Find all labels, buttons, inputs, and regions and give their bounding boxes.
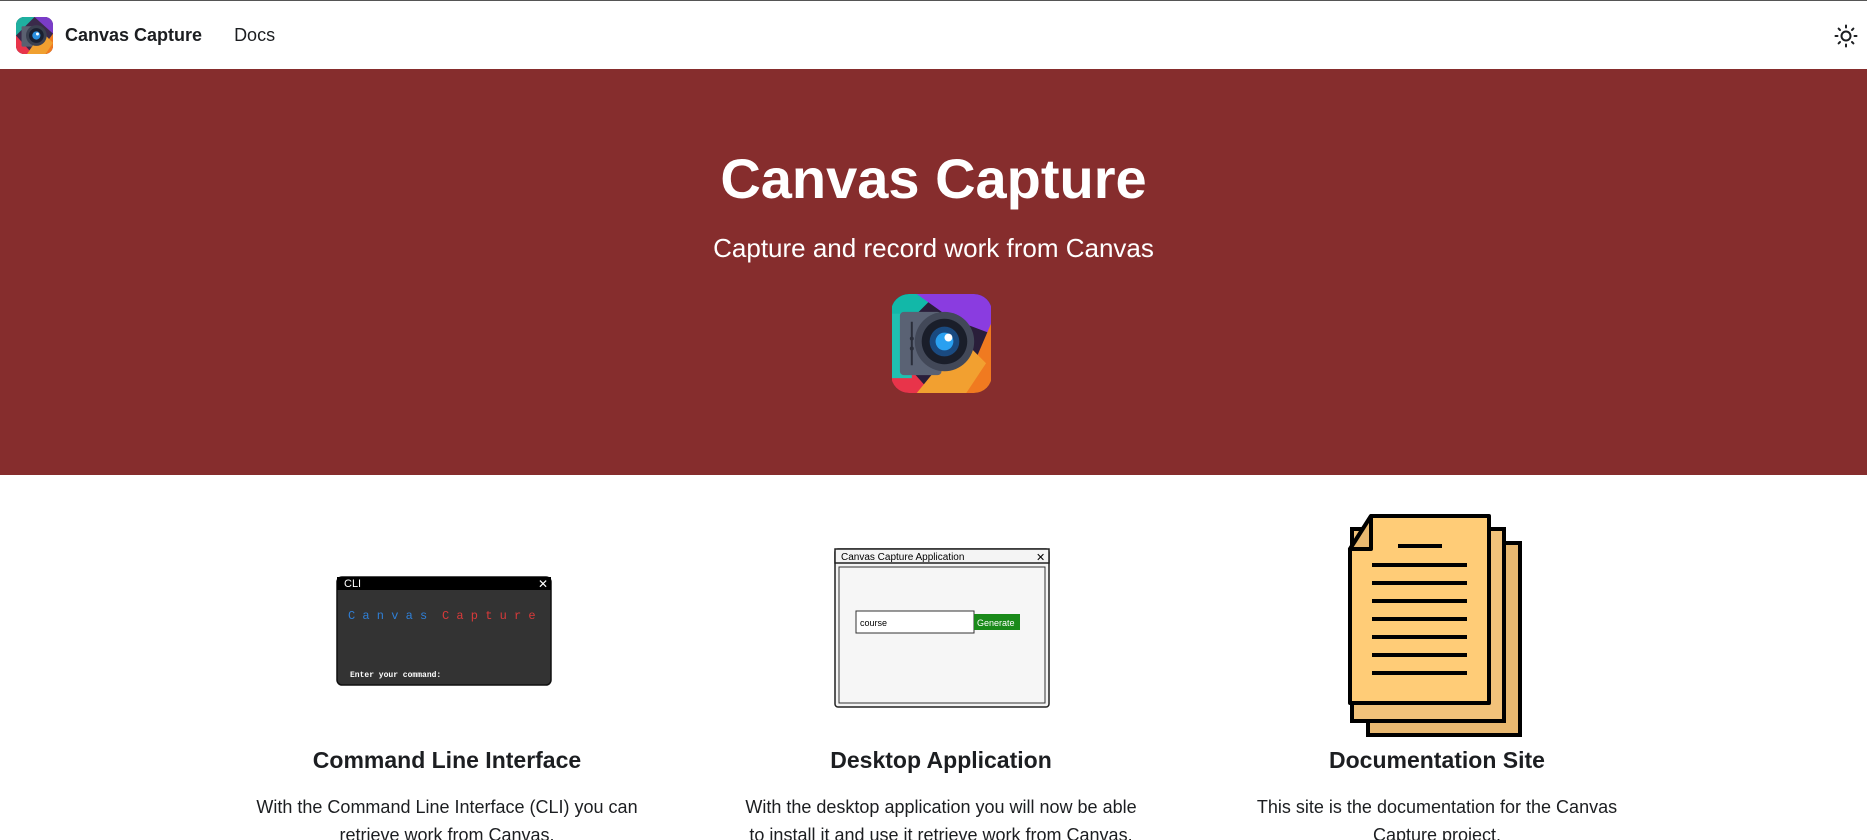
documents-stack-icon [1348, 514, 1522, 737]
hero-banner: Canvas Capture Capture and record work f… [0, 69, 1867, 475]
close-icon: ✕ [1036, 551, 1045, 564]
hero-subtitle: Capture and record work from Canvas [713, 233, 1154, 263]
nav-link-docs[interactable]: Docs [234, 25, 275, 46]
cli-banner-right: C a p t u r e [442, 609, 536, 623]
sun-icon [1834, 24, 1858, 48]
app-window-title: Canvas Capture Application [841, 552, 964, 563]
brand-title: Canvas Capture [65, 24, 203, 45]
course-input-value: course [860, 618, 887, 628]
feature-title: Command Line Interface [312, 747, 582, 773]
feature-description: With the desktop application you will no… [745, 797, 1137, 840]
feature-title: Documentation Site [1329, 747, 1545, 773]
features-section: CLI ✕ C a n v a s C a p t u r e Enter yo… [0, 475, 1867, 840]
close-icon: ✕ [538, 577, 548, 591]
canvas-capture-logo-icon [16, 16, 53, 54]
cli-banner-left: C a n v a s [348, 609, 427, 623]
generate-button-label: Generate [977, 618, 1015, 628]
brand-link[interactable]: Canvas Capture [16, 16, 203, 54]
hero-logo-icon [892, 294, 991, 393]
desktop-app-window-illustration: Canvas Capture Application ✕ course Gene… [834, 548, 1050, 708]
feature-description: This site is the documentation for the C… [1256, 797, 1618, 840]
theme-toggle-button[interactable] [1831, 21, 1861, 51]
feature-description: With the Command Line Interface (CLI) yo… [256, 797, 638, 840]
feature-title: Desktop Application [830, 747, 1052, 773]
cli-prompt: Enter your command: [350, 671, 441, 680]
hero-title: Canvas Capture [720, 147, 1147, 210]
cli-window-title: CLI [344, 578, 361, 590]
cli-window-illustration: CLI ✕ C a n v a s C a p t u r e Enter yo… [336, 576, 552, 686]
navbar: Canvas Capture Docs [0, 0, 1867, 69]
